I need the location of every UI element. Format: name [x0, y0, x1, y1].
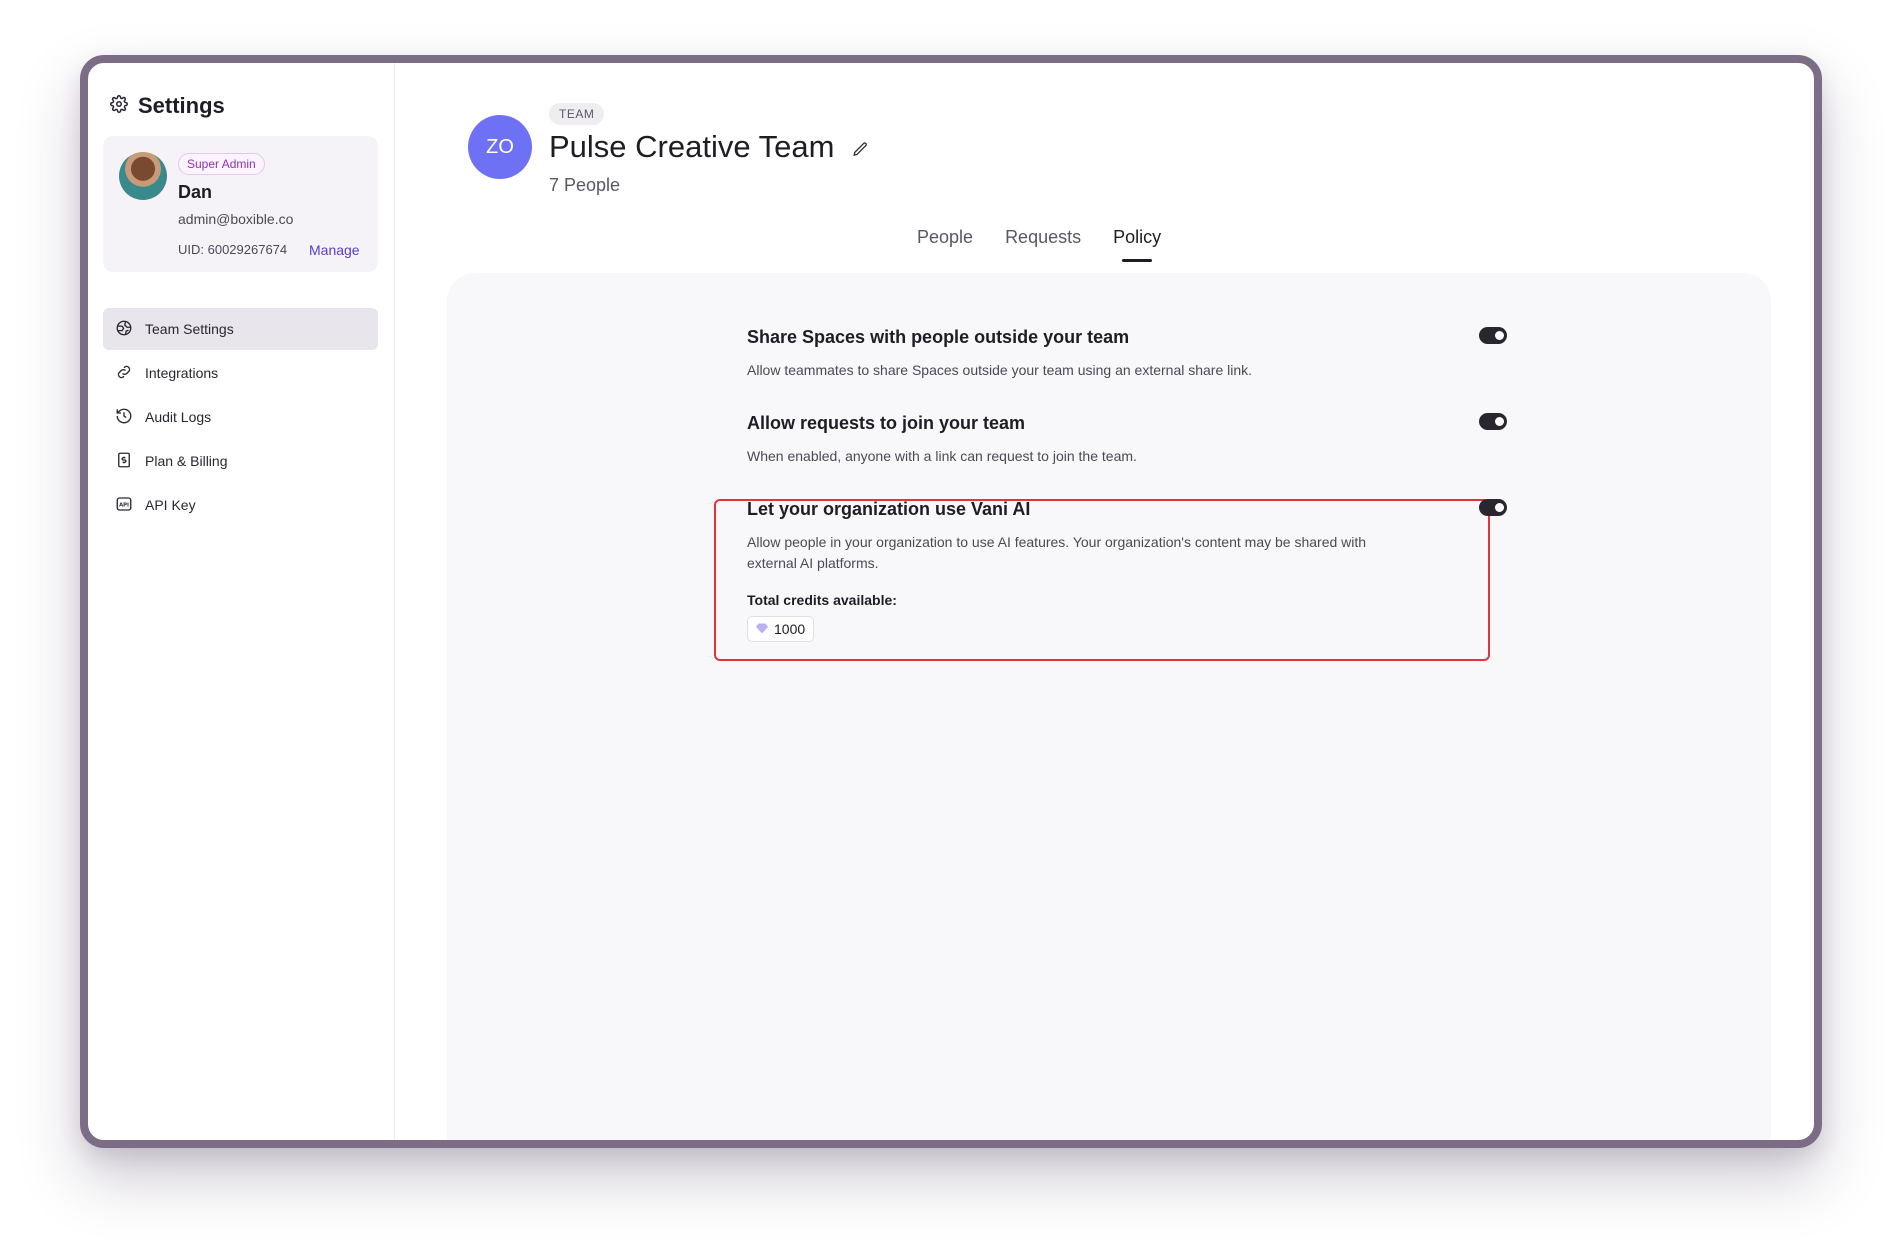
sidebar-item-plan-billing[interactable]: Plan & Billing [103, 440, 378, 482]
policy-description: Allow teammates to share Spaces outside … [747, 362, 1253, 378]
link-icon [115, 363, 133, 384]
team-tag: TEAM [549, 103, 605, 125]
sidebar-item-label: Integrations [145, 365, 219, 381]
tab-people[interactable]: People [917, 227, 973, 258]
sidebar-item-audit-logs[interactable]: Audit Logs [103, 396, 378, 438]
vani-ai-toggle[interactable] [1479, 499, 1507, 516]
gear-icon [110, 94, 128, 118]
diamond-icon [756, 621, 768, 637]
sidebar-item-team-settings[interactable]: Team Settings [103, 308, 378, 350]
policy-vani-ai: Let your organization use Vani AI Allow … [747, 499, 1507, 642]
settings-title: Settings [138, 93, 225, 118]
profile-name: Dan [178, 182, 213, 202]
svg-text:API: API [119, 502, 129, 508]
sidebar: Settings Super Admin Dan admin@boxible.c… [88, 63, 395, 1140]
policy-description: Allow people in your organization to use… [747, 534, 1367, 571]
role-badge: Super Admin [178, 153, 265, 175]
pencil-icon[interactable] [852, 141, 869, 163]
credits-label: Total credits available: [747, 592, 897, 608]
share-spaces-toggle[interactable] [1479, 327, 1507, 344]
avatar [119, 152, 167, 200]
history-icon [115, 407, 133, 428]
profile-email: admin@boxible.co [178, 211, 294, 227]
team-icon [115, 319, 133, 340]
sidebar-item-integrations[interactable]: Integrations [103, 352, 378, 394]
policy-title: Let your organization use Vani AI [747, 499, 1031, 519]
sidebar-item-label: Audit Logs [145, 409, 212, 425]
join-requests-toggle[interactable] [1479, 413, 1507, 430]
credits-value: 1000 [774, 621, 806, 637]
tab-bar: People Requests Policy [917, 227, 1161, 258]
tab-requests[interactable]: Requests [1005, 227, 1081, 258]
settings-header: Settings [110, 93, 225, 119]
app-window: Settings Super Admin Dan admin@boxible.c… [80, 55, 1822, 1148]
billing-icon [115, 451, 133, 472]
sidebar-item-label: Team Settings [145, 321, 234, 337]
credits-badge: 1000 [747, 616, 815, 642]
policy-title: Share Spaces with people outside your te… [747, 327, 1130, 347]
team-member-count: 7 People [549, 175, 621, 195]
sidebar-item-api-key[interactable]: API API Key [103, 484, 378, 526]
profile-uid: UID: 60029267674 [178, 242, 288, 257]
team-name: Pulse Creative Team [549, 129, 835, 164]
policy-panel: Share Spaces with people outside your te… [447, 273, 1771, 1140]
policy-share-spaces: Share Spaces with people outside your te… [747, 327, 1507, 381]
policy-description: When enabled, anyone with a link can req… [747, 448, 1137, 464]
profile-card: Super Admin Dan admin@boxible.co UID: 60… [103, 136, 378, 272]
policy-title: Allow requests to join your team [747, 413, 1026, 433]
team-avatar: ZO [468, 115, 532, 179]
sidebar-item-label: Plan & Billing [145, 453, 228, 469]
tab-policy[interactable]: Policy [1113, 227, 1161, 258]
manage-link[interactable]: Manage [309, 242, 360, 258]
sidebar-nav: Team Settings Integrations Audit Logs Pl… [103, 308, 378, 528]
sidebar-item-label: API Key [145, 497, 196, 513]
api-icon: API [115, 495, 133, 516]
policy-join-requests: Allow requests to join your team When en… [747, 413, 1507, 467]
main-content: ZO TEAM Pulse Creative Team 7 People Peo… [395, 63, 1814, 1140]
